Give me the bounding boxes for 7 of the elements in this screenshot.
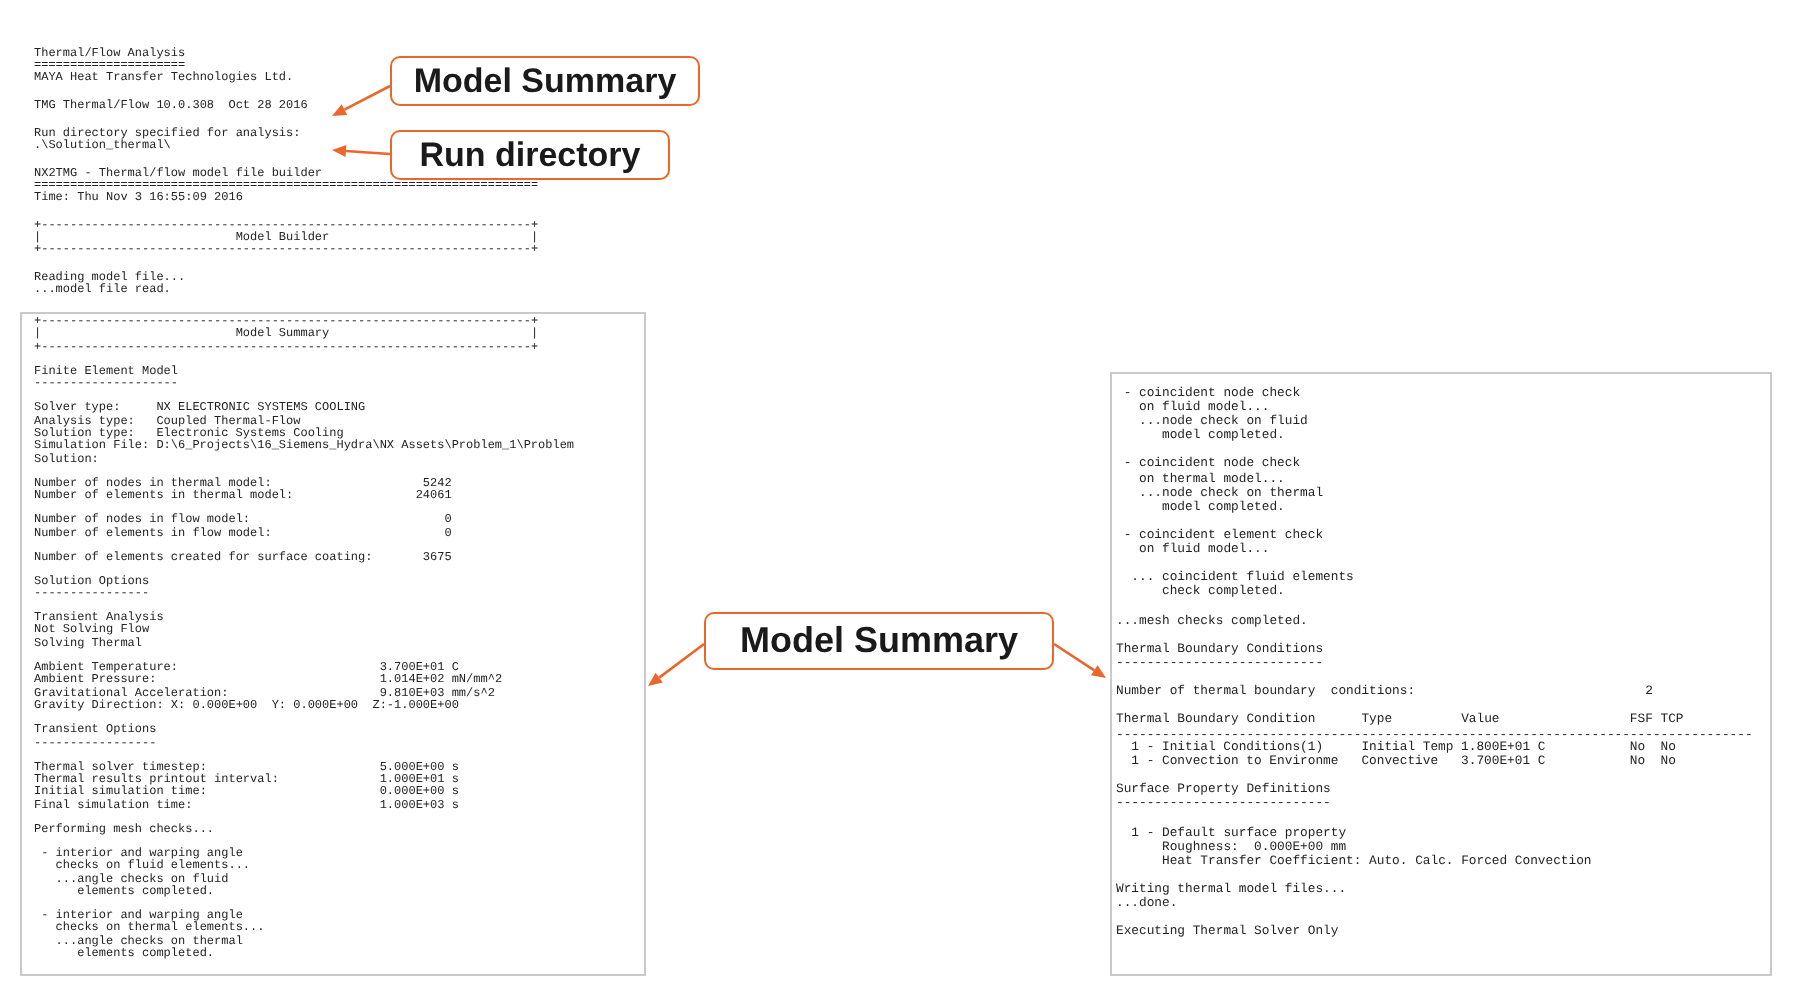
callout-label: Model Summary [704, 612, 1054, 670]
callout-label: Run directory [390, 130, 670, 180]
callout-arrow [332, 145, 391, 157]
callout-arrow [1053, 642, 1106, 678]
callout-arrow [648, 642, 705, 686]
callout-arrow [332, 84, 391, 116]
callout-label: Model Summary [390, 56, 700, 106]
